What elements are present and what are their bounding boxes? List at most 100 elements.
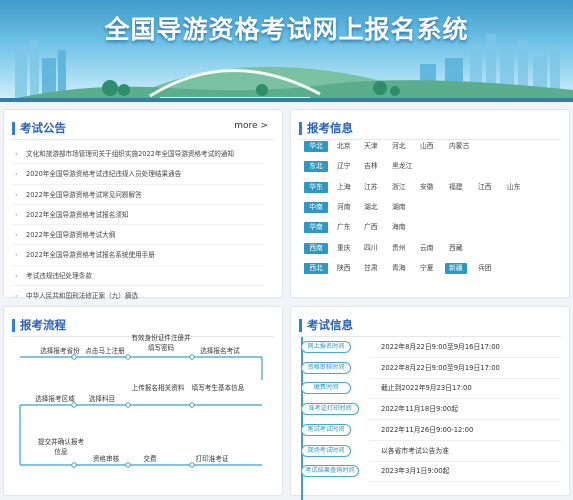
region-city-link[interactable]: 云南 — [420, 243, 434, 254]
schedule-value: 2022年8月22日9:00至9月16日17:00 — [381, 343, 500, 351]
region-city-link[interactable]: 浙江 — [392, 182, 406, 193]
bullet-icon: › — [15, 210, 18, 219]
region-city-link[interactable]: 天津 — [364, 141, 378, 152]
notice-item-text[interactable]: 2022年全国导游资格考试大纲 — [26, 231, 115, 239]
region-city-link[interactable]: 北京 — [337, 141, 351, 152]
notice-item-text[interactable]: 文化和旅游部市场管理司关于组织实施2022年全国导游资格考试的通知 — [26, 150, 234, 158]
region-city-link[interactable]: 河北 — [392, 141, 406, 152]
region-city-link[interactable]: 江苏 — [364, 182, 378, 193]
region-city-link[interactable]: 广东 — [337, 222, 351, 233]
header-accent-bar — [299, 319, 302, 332]
region-panel-title: 报考信息 — [307, 121, 353, 135]
flow-step-label: 打印准考证 — [195, 455, 229, 463]
flow-panel: 报考流程 选择报考省份 点击马上注册 有效身份证件注册并填写密码 选择报名考试 选择报考… — [3, 306, 283, 496]
row-divider — [369, 481, 561, 483]
schedule-label-tag: 资格审核时间 — [301, 361, 351, 374]
bullet-icon: › — [15, 190, 18, 199]
flow-step-label: 提交并确认报考信息 — [37, 438, 85, 456]
notice-item[interactable]: › 2020年全国导游资格考试违纪违规人员处理结果通告 — [12, 164, 264, 185]
schedule-panel-title: 考试信息 — [307, 318, 353, 332]
schedule-label-tag: 笔试考试时间 — [301, 423, 351, 436]
bullet-icon: › — [15, 231, 18, 240]
row-divider — [369, 439, 561, 441]
notice-item-text[interactable]: 2022年全国导游资格考试报名须知 — [26, 211, 129, 219]
region-city-link[interactable]: 山东 — [507, 182, 521, 193]
region-tag: 东北 — [304, 161, 328, 173]
region-city-link[interactable]: 四川 — [364, 243, 378, 254]
schedule-value: 2022年11月18日9:00起 — [381, 405, 459, 414]
region-panel: 报考信息 华北 北京 天津 河北 山西 内蒙古 东北 辽宁 吉林 黑龙江 华东 上海 江苏 浙江 安徽 福建 江… — [290, 109, 570, 298]
region-city-link[interactable]: 安徽 — [420, 182, 434, 193]
flow-step-label: 选择报名考试 — [200, 347, 240, 355]
notice-item[interactable]: › 中华人民共和国刑法修正案（九）摘选 — [12, 286, 264, 307]
region-city-link[interactable]: 新疆 — [445, 262, 467, 274]
notice-item[interactable]: › 2022年全国导游资格考试报名系统使用手册 — [12, 245, 264, 266]
region-city-link[interactable]: 兵团 — [478, 263, 492, 274]
region-city-link[interactable]: 河南 — [337, 202, 351, 213]
region-city-link[interactable]: 西藏 — [449, 243, 463, 254]
notice-panel-title: 考试公告 — [20, 121, 66, 135]
region-city-link[interactable]: 吉林 — [364, 161, 378, 172]
region-city-link[interactable]: 陕西 — [337, 263, 351, 274]
region-row: 西南 重庆 四川 贵州 云南 西藏 — [304, 242, 564, 255]
notice-item-text[interactable]: 2022年全国导游资格考试常见问题解答 — [26, 191, 142, 199]
notice-item[interactable]: › 2022年全国导游资格考试常见问题解答 — [12, 185, 264, 205]
region-city-link[interactable]: 上海 — [337, 182, 351, 193]
schedule-value: 2022年11月26日9:00-12:00 — [381, 425, 474, 434]
region-city-link[interactable]: 辽宁 — [337, 161, 351, 172]
header-accent-bar — [299, 122, 302, 135]
row-divider — [369, 419, 561, 421]
notice-list: › 文化和旅游部市场管理司关于组织实施2022年全国导游资格考试的通知 › 2020… — [12, 144, 264, 307]
flow-step-label: 选择科目 — [88, 395, 116, 403]
schedule-label-tag: 缴费时间 — [301, 382, 351, 395]
region-city-link[interactable]: 山西 — [420, 141, 434, 152]
bullet-icon: › — [15, 170, 18, 179]
more-link[interactable]: more > — [234, 121, 268, 131]
region-city-link[interactable]: 贵州 — [392, 243, 406, 254]
region-city-link[interactable]: 青海 — [392, 263, 406, 274]
region-row: 东北 辽宁 吉林 黑龙江 — [304, 161, 564, 173]
schedule-panel-header: 考试信息 — [299, 317, 561, 337]
region-city-link[interactable]: 广西 — [364, 222, 378, 233]
flow-step-label: 选择报考省份 — [40, 347, 80, 355]
row-divider — [369, 398, 561, 400]
bullet-icon: › — [15, 271, 18, 280]
region-city-link[interactable]: 海南 — [392, 222, 406, 233]
notice-item-text[interactable]: 2022年全国导游资格考试报名系统使用手册 — [26, 251, 155, 259]
flow-step-label: 交费 — [143, 455, 157, 463]
region-row: 西北 陕西 甘肃 青海 宁夏 新疆 兵团 — [304, 262, 564, 275]
region-city-link[interactable]: 江西 — [478, 182, 492, 193]
notice-item[interactable]: › 2022年全国导游资格考试报名须知 — [12, 205, 264, 226]
flow-step-label: 有效身份证件注册并填写密码 — [131, 334, 191, 352]
region-city-link[interactable]: 黑龙江 — [392, 161, 412, 172]
notice-panel-header: 考试公告 more > — [12, 120, 274, 140]
region-city-link[interactable]: 内蒙古 — [449, 141, 469, 152]
flow-step-label: 上传报名相关资料 — [131, 384, 185, 392]
row-divider — [369, 377, 561, 379]
header-accent-bar — [12, 122, 15, 135]
notice-panel: 考试公告 more > › 文化和旅游部市场管理司关于组织实施2022年全国导游资… — [3, 109, 283, 307]
notice-item[interactable]: › 考试违规违纪处理条款 — [12, 266, 264, 287]
region-tag: 中南 — [304, 201, 328, 213]
flow-step-label: 资格审核 — [92, 455, 120, 463]
header-banner: 全国导游资格考试网上报名系统 — [0, 0, 573, 102]
region-city-link[interactable]: 甘肃 — [364, 263, 378, 274]
notice-item-text[interactable]: 中华人民共和国刑法修正案（九）摘选 — [26, 292, 138, 300]
region-row: 中南 河南 湖北 湖南 — [304, 201, 564, 214]
flow-step-label: 选择报考区域 — [35, 395, 75, 403]
site-title: 全国导游资格考试网上报名系统 — [104, 15, 469, 44]
notice-item[interactable]: › 2022年全国导游资格考试大纲 — [12, 225, 264, 246]
region-city-link[interactable]: 福建 — [449, 182, 463, 193]
notice-item[interactable]: › 文化和旅游部市场管理司关于组织实施2022年全国导游资格考试的通知 — [12, 144, 264, 165]
notice-item-text[interactable]: 2020年全国导游资格考试违纪违规人员处理结果通告 — [26, 170, 181, 178]
notice-item-text[interactable]: 考试违规违纪处理条款 — [26, 272, 92, 280]
region-city-link[interactable]: 湖北 — [364, 202, 378, 213]
bullet-icon: › — [15, 292, 18, 301]
flow-step-label: 点击马上注册 — [85, 347, 125, 355]
region-city-link[interactable]: 重庆 — [337, 243, 351, 254]
region-city-link[interactable]: 湖南 — [392, 202, 406, 213]
schedule-label-tag: 网上报名时间 — [301, 341, 351, 353]
region-row: 华南 广东 广西 海南 — [304, 222, 564, 234]
region-city-link[interactable]: 宁夏 — [420, 263, 434, 274]
region-tag: 华南 — [304, 222, 328, 234]
